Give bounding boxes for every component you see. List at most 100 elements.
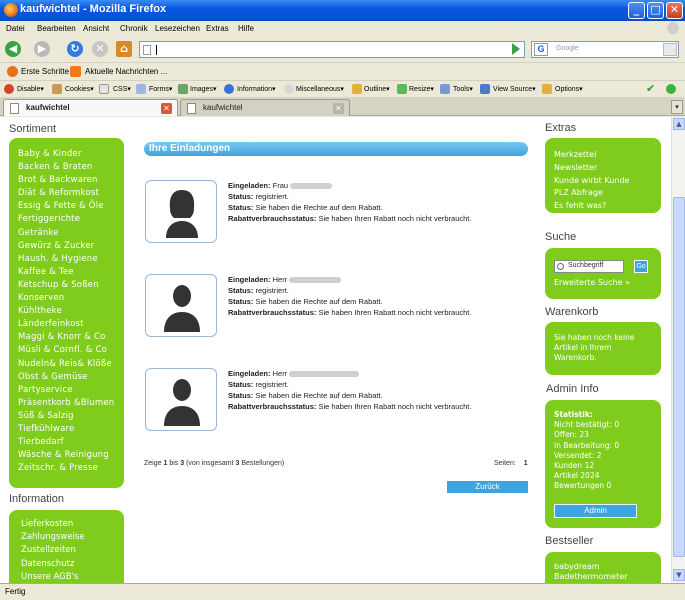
extras-link[interactable]: Es fehlt was?: [554, 200, 661, 213]
bestseller-link[interactable]: Badethermometer: [554, 572, 661, 582]
url-input[interactable]: ▾: [139, 41, 642, 58]
search-go-button[interactable]: Go: [634, 260, 648, 273]
back-arrow-icon[interactable]: ◀: [5, 41, 21, 57]
dev-resize-menu[interactable]: Resize▾: [409, 85, 434, 93]
category-link[interactable]: Partyservice: [18, 384, 124, 397]
category-link[interactable]: Essig & Fette & Öle: [18, 200, 124, 213]
dev-css-menu[interactable]: CSS▾: [113, 85, 131, 93]
extras-link[interactable]: Newsletter: [554, 162, 661, 175]
close-tab-icon[interactable]: ✕: [161, 103, 172, 114]
dev-options-menu[interactable]: Options▾: [555, 85, 583, 93]
bestseller-box: babydream Badethermometer: [545, 552, 661, 583]
bookmark-aktuelle-nachrichten[interactable]: Aktuelle Nachrichten ...: [85, 67, 167, 76]
valid-status-icon[interactable]: [666, 84, 676, 94]
male-avatar: [145, 368, 217, 431]
pager-mid: bis: [169, 460, 179, 467]
category-link[interactable]: Nudeln& Reis& Klöße: [18, 358, 124, 371]
web-search-input[interactable]: G Google: [531, 41, 679, 58]
category-link[interactable]: Zeitschr. & Presse: [18, 462, 124, 475]
category-link[interactable]: Getränke: [18, 227, 124, 240]
info-link[interactable]: Datenschutz: [21, 558, 124, 571]
category-link[interactable]: Obst & Gemüse: [18, 371, 124, 384]
scroll-up-arrow-icon[interactable]: ▲: [673, 118, 685, 130]
category-link[interactable]: Brot & Backwaren: [18, 174, 124, 187]
info-link[interactable]: Unsere AGB's: [21, 571, 124, 583]
forward-arrow-icon[interactable]: ▶: [34, 41, 50, 57]
category-link[interactable]: Kühltheke: [18, 305, 124, 318]
home-icon[interactable]: ⌂: [116, 41, 132, 57]
category-link[interactable]: Kaffee & Tee: [18, 266, 124, 279]
minimize-button[interactable]: _: [628, 2, 645, 19]
category-link[interactable]: Maggi & Knorr & Co: [18, 331, 124, 344]
category-link[interactable]: Konserven: [18, 292, 124, 305]
menu-lesezeichen[interactable]: Lesezeichen: [155, 24, 200, 33]
dev-information-menu[interactable]: Information▾: [237, 85, 276, 93]
go-arrow-icon[interactable]: [512, 43, 520, 55]
dev-outline-menu[interactable]: Outline▾: [364, 85, 390, 93]
category-link[interactable]: Süß & Salzig: [18, 410, 124, 423]
extras-link[interactable]: Merkzettel: [554, 149, 661, 162]
checkmark-icon[interactable]: ✔: [646, 82, 655, 95]
menu-datei[interactable]: Datei: [6, 24, 25, 33]
info-link[interactable]: Zustellzeiten: [21, 544, 124, 557]
dev-miscellaneous-menu[interactable]: Miscellaneous▾: [296, 85, 344, 93]
back-button[interactable]: Zurück: [447, 481, 528, 493]
search-magnifier-icon[interactable]: [663, 43, 677, 56]
page-number-link[interactable]: 1: [524, 460, 528, 467]
scrollbar-thumb[interactable]: [673, 197, 685, 557]
tab-kaufwichtel[interactable]: kaufwichtel ✕: [180, 99, 350, 116]
menu-chronik[interactable]: Chronik: [120, 24, 148, 33]
tab-kaufwichtel-active[interactable]: kaufwichtel ✕: [3, 99, 178, 116]
information-heading: Information: [9, 493, 65, 505]
category-link[interactable]: Ketschup & Soßen: [18, 279, 124, 292]
bookmark-erste-schritte[interactable]: Erste Schritte: [21, 67, 69, 76]
menu-ansicht[interactable]: Ansicht: [83, 24, 109, 33]
dev-cookies-menu[interactable]: Cookies▾: [65, 85, 94, 93]
cart-box: Sie haben noch keine Artikel in Ihrem Wa…: [545, 322, 661, 375]
tools-icon: [440, 84, 450, 94]
category-link[interactable]: Länderfeinkost: [18, 318, 124, 331]
category-link[interactable]: Müsli & Cornfl. & Co: [18, 344, 124, 357]
close-window-button[interactable]: ✕: [666, 2, 683, 19]
dev-images-menu[interactable]: Images▾: [190, 85, 216, 93]
category-link[interactable]: Tierbedarf: [18, 436, 124, 449]
category-link[interactable]: Präsentkorb &Blumen: [18, 397, 124, 410]
close-tab-icon[interactable]: ✕: [333, 103, 344, 114]
search-input[interactable]: Suchbegriff: [554, 260, 624, 273]
dev-tools-menu[interactable]: Tools▾: [453, 85, 473, 93]
extras-link[interactable]: Kunde wirbt Kunde: [554, 175, 661, 188]
category-link[interactable]: Diät & Reformkost: [18, 187, 124, 200]
category-link[interactable]: Backen & Braten: [18, 161, 124, 174]
category-link[interactable]: Baby & Kinder: [18, 148, 124, 161]
info-link[interactable]: Lieferkosten: [21, 518, 124, 531]
invitation-card: Eingeladen: Herr Status: registriert. St…: [144, 368, 534, 432]
dev-forms-menu[interactable]: Forms▾: [149, 85, 172, 93]
pager-to: 3: [180, 460, 185, 467]
info-link[interactable]: Zahlungsweise: [21, 531, 124, 544]
vertical-scrollbar[interactable]: ▲ ▼: [671, 117, 685, 583]
category-link[interactable]: Tiefkühlware: [18, 423, 124, 436]
invited-salutation: Herr: [272, 369, 288, 378]
discount-status-value: Sie haben Ihren Rabatt noch nicht verbra…: [318, 402, 472, 411]
tab-list-button[interactable]: ▾: [671, 100, 683, 114]
statistics: Statistik: Nicht bestätigt: 0 Offen: 23 …: [554, 410, 619, 492]
stop-icon[interactable]: ✕: [92, 41, 108, 57]
dev-view-source-menu[interactable]: View Source▾: [493, 85, 536, 93]
advanced-search-link[interactable]: Erweiterte Suche »: [554, 278, 630, 287]
category-link[interactable]: Gewürz & Zucker: [18, 240, 124, 253]
menu-hilfe[interactable]: Hilfe: [238, 24, 254, 33]
reload-icon[interactable]: ↻: [67, 41, 83, 57]
category-link[interactable]: Wäsche & Reinigung: [18, 449, 124, 462]
category-link[interactable]: Haush. & Hygiene: [18, 253, 124, 266]
category-link[interactable]: Fertiggerichte: [18, 213, 124, 226]
search-engine-icon[interactable]: G: [534, 43, 548, 56]
extras-link[interactable]: PLZ Abfrage: [554, 187, 661, 200]
bestseller-link[interactable]: babydream: [554, 562, 661, 572]
admin-button[interactable]: Admin: [554, 504, 637, 518]
invitation-card: Eingeladen: Herr Status: registriert. St…: [144, 274, 534, 338]
dev-disable-menu[interactable]: Disable▾: [17, 85, 44, 93]
maximize-button[interactable]: □: [647, 2, 664, 19]
menu-bearbeiten[interactable]: Bearbeiten: [37, 24, 76, 33]
menu-extras[interactable]: Extras: [206, 24, 229, 33]
scroll-down-arrow-icon[interactable]: ▼: [673, 569, 685, 581]
